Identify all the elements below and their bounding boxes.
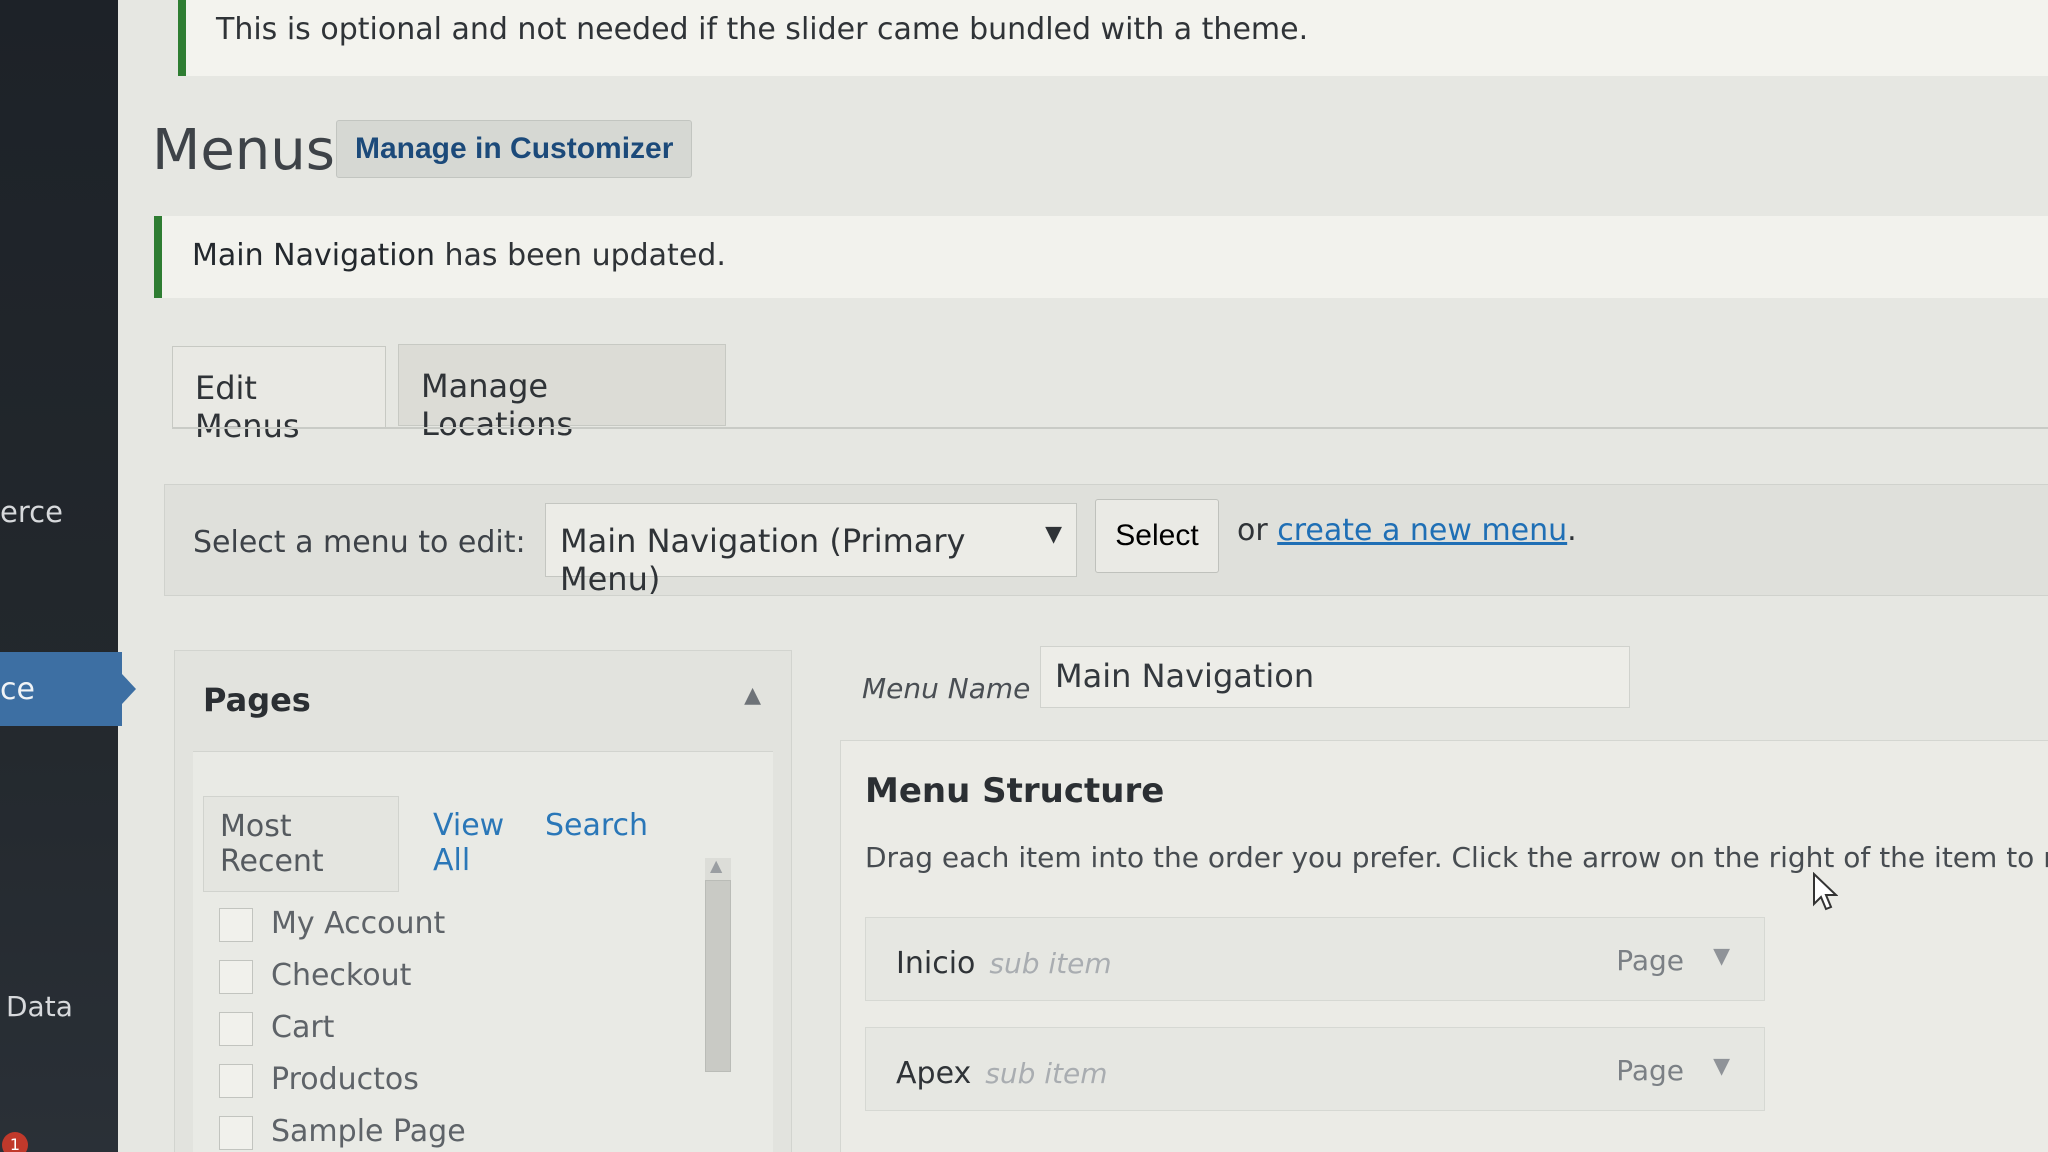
menu-item-title-wrap: Inicio sub item <box>896 946 1112 981</box>
list-item: Productos <box>219 1054 699 1106</box>
tab-view-all[interactable]: View All <box>417 796 520 890</box>
pages-panel: Most Recent View All Search ▲ My Account… <box>193 751 773 1152</box>
period: . <box>1567 513 1577 548</box>
menu-item[interactable]: Inicio sub item Page ▼ <box>865 917 1765 1001</box>
notification-badge: 1 <box>2 1132 28 1152</box>
menu-item-type: Page <box>1616 1054 1684 1087</box>
menu-item-sub-label: sub item <box>985 1057 1108 1090</box>
tab-edit-menus[interactable]: Edit Menus <box>172 346 386 445</box>
page-checklist: My Account Checkout Cart Productos Sampl… <box>219 898 699 1152</box>
create-new-menu-link[interactable]: create a new menu <box>1277 513 1567 548</box>
menu-item-title-wrap: Apex sub item <box>896 1056 1108 1091</box>
pages-title: Pages <box>203 681 311 719</box>
updated-menu-name: Main Navigation <box>192 238 435 273</box>
page-label: Cart <box>271 1010 335 1045</box>
menu-item-title: Apex <box>896 1056 972 1091</box>
collapse-arrow-icon[interactable]: ▲ <box>744 683 761 708</box>
tab-most-recent[interactable]: Most Recent <box>203 796 399 892</box>
menu-structure-description: Drag each item into the order you prefer… <box>865 841 2048 874</box>
scroll-up-icon[interactable]: ▲ <box>710 856 722 875</box>
page-checkbox[interactable] <box>219 908 253 942</box>
manage-in-customizer-button[interactable]: Manage in Customizer <box>336 120 693 178</box>
menu-name-label: Menu Name <box>862 672 1031 705</box>
menu-item-title: Inicio <box>896 946 976 981</box>
list-item: Cart <box>219 1002 699 1054</box>
chevron-down-icon[interactable]: ▼ <box>1713 1054 1730 1079</box>
tab-manage-locations[interactable]: Manage Locations <box>398 344 726 443</box>
pages-scrollbar[interactable]: ▲ <box>705 856 731 1072</box>
menu-structure-panel: Menu Structure Drag each item into the o… <box>840 740 2048 1152</box>
sidebar-item-commerce[interactable]: erce <box>0 495 63 529</box>
plugin-notice: This is optional and not needed if the s… <box>178 0 2048 76</box>
list-item: Sample Page <box>219 1106 699 1152</box>
menu-item-sub-label: sub item <box>989 947 1112 980</box>
admin-sidebar: erce ce Data 1 <box>0 0 136 1152</box>
create-menu-text: or create a new menu. <box>1237 513 1577 548</box>
update-notice-message: has been updated. <box>434 238 726 273</box>
pages-metabox: Pages ▲ Most Recent View All Search ▲ My… <box>174 650 792 1152</box>
page-checkbox[interactable] <box>219 960 253 994</box>
tabs-divider <box>172 427 2048 429</box>
menu-select-dropdown[interactable]: Main Navigation (Primary Menu) ▼ <box>545 503 1077 598</box>
page-label: Sample Page <box>271 1114 466 1149</box>
mouse-pointer-icon <box>1813 872 1838 911</box>
page-checkbox[interactable] <box>219 1012 253 1046</box>
menu-select-value: Main Navigation (Primary Menu) <box>560 522 966 598</box>
page-label: Productos <box>271 1062 419 1097</box>
menu-name-input[interactable]: Main Navigation <box>1040 646 1630 708</box>
page-title: Menus <box>152 118 335 183</box>
page-checkbox[interactable] <box>219 1064 253 1098</box>
sidebar-item-data[interactable]: Data <box>6 990 73 1023</box>
page-checkbox[interactable] <box>219 1116 253 1150</box>
menu-item[interactable]: Apex sub item Page ▼ <box>865 1027 1765 1111</box>
menu-item-type: Page <box>1616 944 1684 977</box>
chevron-down-icon: ▼ <box>1045 522 1062 547</box>
chevron-down-icon[interactable]: ▼ <box>1713 944 1730 969</box>
menu-select-bar: Select a menu to edit: Main Navigation (… <box>164 484 2048 598</box>
list-item: My Account <box>219 898 699 950</box>
tab-search[interactable]: Search <box>529 796 664 855</box>
sidebar-item-appearance[interactable]: ce <box>0 652 136 726</box>
page-label: Checkout <box>271 958 412 993</box>
page-label: My Account <box>271 906 446 941</box>
select-menu-label: Select a menu to edit: <box>193 525 526 560</box>
main-content: This is optional and not needed if the s… <box>118 0 2048 1152</box>
menu-structure-title: Menu Structure <box>865 771 1165 811</box>
or-label: or <box>1237 513 1278 548</box>
scroll-thumb[interactable] <box>705 880 731 1072</box>
list-item: Checkout <box>219 950 699 1002</box>
select-button[interactable]: Select <box>1095 499 1219 573</box>
plugin-notice-text: This is optional and not needed if the s… <box>216 12 1309 47</box>
update-notice: Main Navigation has been updated. <box>154 216 2048 298</box>
